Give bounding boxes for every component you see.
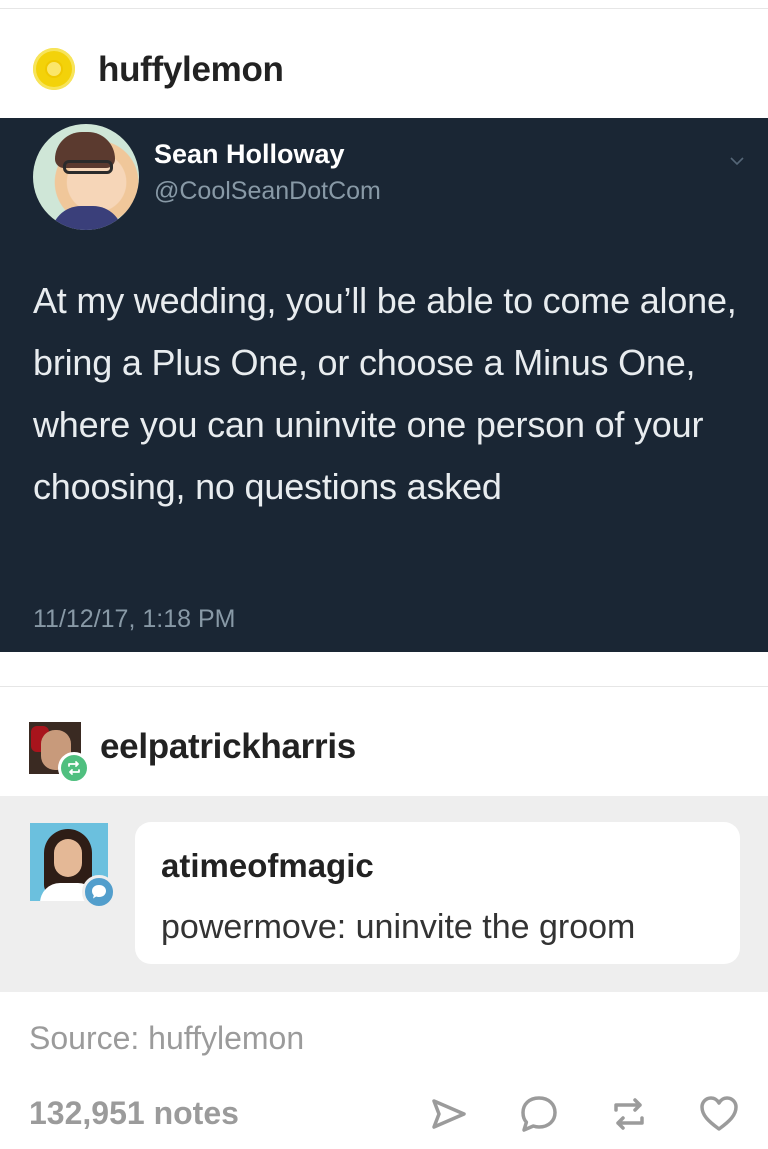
chevron-down-icon	[730, 154, 744, 168]
reply-icon[interactable]	[518, 1093, 560, 1135]
lemon-avatar-icon[interactable]	[33, 48, 75, 90]
top-divider	[0, 8, 768, 9]
post-author-name[interactable]: huffylemon	[98, 50, 284, 90]
notes-count[interactable]: 132,951 notes	[29, 1095, 239, 1132]
tweet-text: At my wedding, you’ll be able to come al…	[33, 280, 737, 507]
comment-badge-icon	[82, 875, 116, 909]
tweet-avatar	[33, 124, 139, 230]
comment-bubble: atimeofmagic powermove: uninvite the gro…	[135, 822, 740, 964]
reblog-badge-icon	[58, 752, 90, 784]
tweet-timestamp: 11/12/17, 1:18 PM	[33, 605, 236, 633]
post-source[interactable]: Source: huffylemon	[29, 1020, 304, 1057]
tweet-author-name: Sean Holloway	[154, 139, 345, 169]
reblog-icon[interactable]	[608, 1093, 650, 1135]
tweet-author-handle: @CoolSeanDotCom	[154, 177, 381, 205]
reblogger-name[interactable]: eelpatrickharris	[100, 727, 356, 767]
share-icon[interactable]	[428, 1093, 470, 1135]
avatar-shirt	[51, 206, 123, 230]
like-icon[interactable]	[698, 1093, 740, 1135]
section-divider	[0, 686, 768, 687]
comment-text: powermove: uninvite the groom	[161, 908, 636, 946]
post-header: huffylemon	[0, 18, 768, 118]
avatar-glasses	[63, 160, 113, 174]
comment-section: atimeofmagic powermove: uninvite the gro…	[0, 796, 768, 992]
reblog-header: eelpatrickharris	[0, 700, 768, 796]
avatar-face	[54, 839, 82, 877]
commenter-name[interactable]: atimeofmagic	[161, 847, 374, 885]
tweet-screenshot: Sean Holloway @CoolSeanDotCom At my wedd…	[0, 118, 768, 652]
